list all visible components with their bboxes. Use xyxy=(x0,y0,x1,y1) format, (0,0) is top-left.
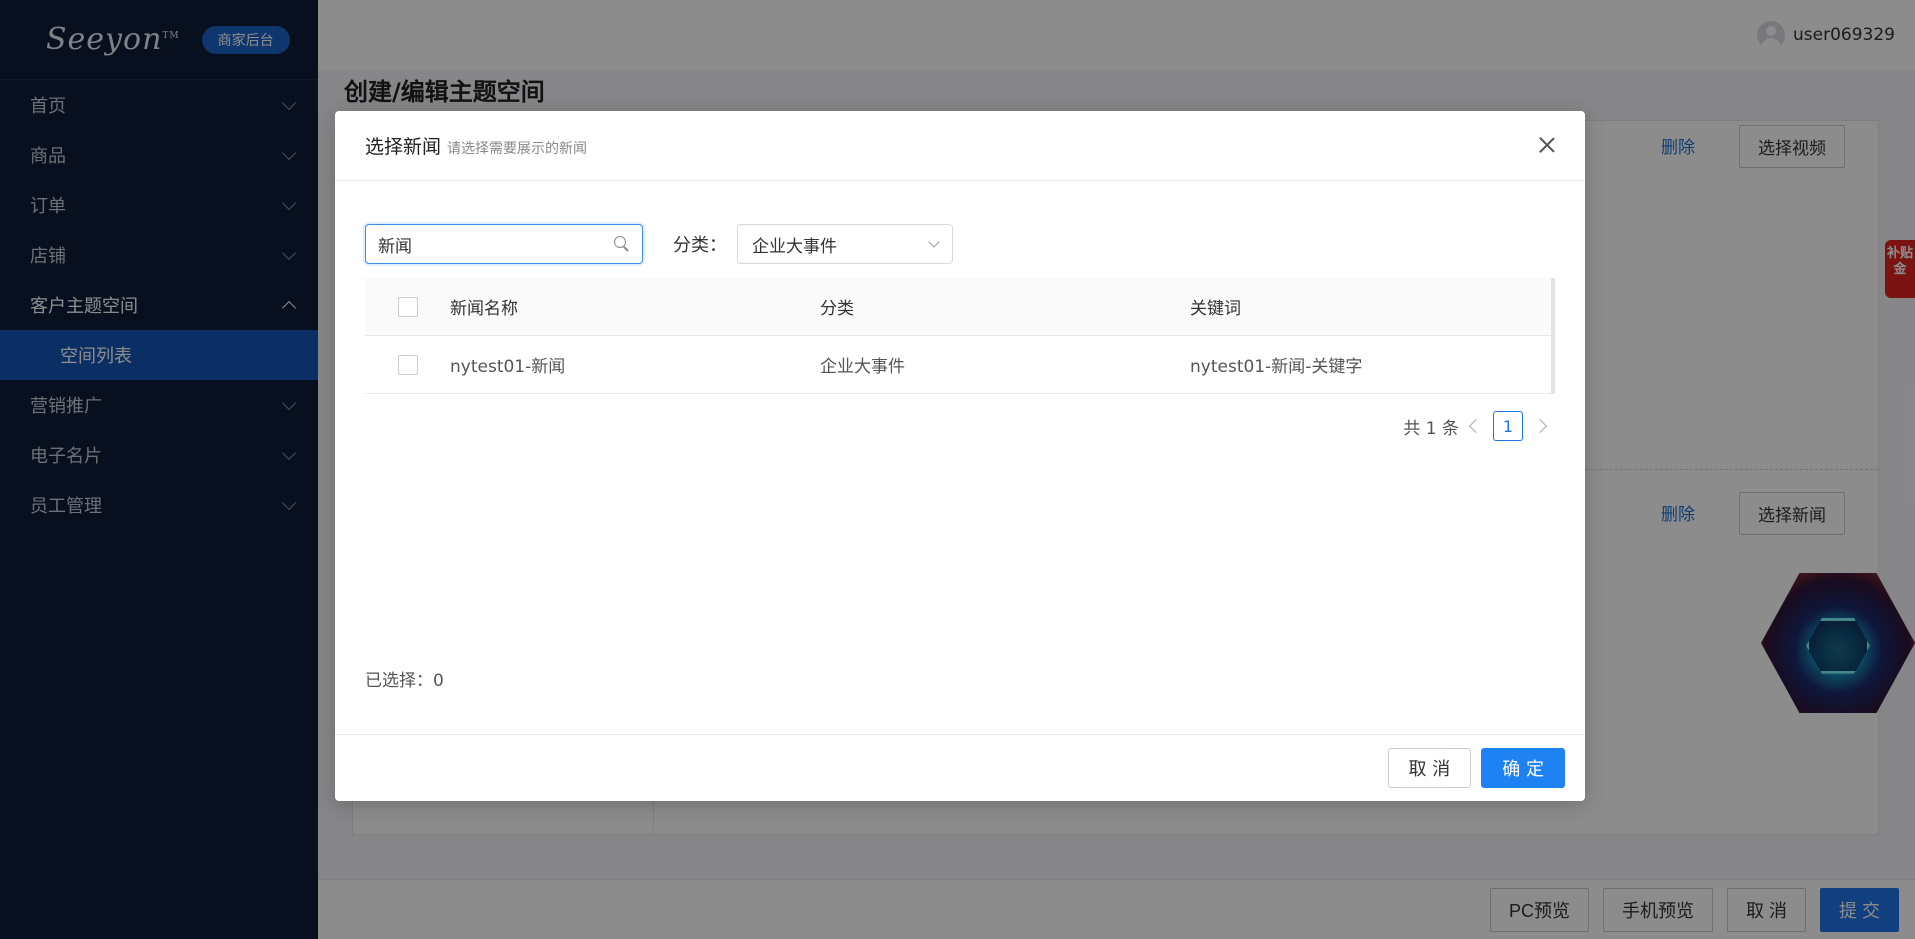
search-box[interactable] xyxy=(365,224,643,264)
category-label: 分类： xyxy=(673,235,727,256)
cell-category: 企业大事件 xyxy=(820,357,905,377)
cell-keywords: nytest01-新闻-关键字 xyxy=(1190,357,1363,377)
selected-count: 已选择：0 xyxy=(365,671,444,691)
select-all-checkbox[interactable] xyxy=(397,296,418,317)
filter-row: 分类： 企业大事件 xyxy=(365,224,953,264)
search-icon[interactable] xyxy=(614,236,630,252)
category-select-value: 企业大事件 xyxy=(752,236,837,257)
modal-header: 选择新闻 请选择需要展示的新闻 xyxy=(335,111,1585,181)
table-row[interactable]: nytest01-新闻 企业大事件 nytest01-新闻-关键字 xyxy=(365,336,1555,394)
news-table: 新闻名称 分类 关键词 nytest01-新闻 企业大事件 nytest01-新… xyxy=(365,278,1555,394)
row-checkbox[interactable] xyxy=(397,354,418,375)
modal-subtitle: 请选择需要展示的新闻 xyxy=(447,140,588,157)
column-header-name: 新闻名称 xyxy=(450,299,518,319)
confirm-button[interactable]: 确 定 xyxy=(1481,748,1565,788)
modal-title: 选择新闻 xyxy=(365,136,442,158)
pagination-total: 共 1 条 xyxy=(1403,418,1459,439)
select-news-modal: 选择新闻 请选择需要展示的新闻 分类： 企业大事件 新闻名称 分类 关键词 ny… xyxy=(335,111,1585,801)
category-select[interactable]: 企业大事件 xyxy=(737,224,953,264)
cell-news-name: nytest01-新闻 xyxy=(450,357,566,377)
cancel-button[interactable]: 取 消 xyxy=(1387,748,1472,788)
close-icon[interactable] xyxy=(1535,133,1559,157)
search-input[interactable] xyxy=(378,234,614,254)
chevron-left-icon[interactable] xyxy=(1468,418,1484,434)
column-header-category: 分类 xyxy=(820,299,854,319)
column-header-keywords: 关键词 xyxy=(1190,299,1241,319)
modal-footer: 取 消 确 定 xyxy=(335,734,1585,801)
chevron-right-icon[interactable] xyxy=(1532,418,1548,434)
table-header: 新闻名称 分类 关键词 xyxy=(365,278,1555,336)
page-number-current[interactable]: 1 xyxy=(1493,411,1523,441)
pagination: 共 1 条 1 xyxy=(1403,411,1548,441)
chevron-down-icon xyxy=(928,235,940,248)
